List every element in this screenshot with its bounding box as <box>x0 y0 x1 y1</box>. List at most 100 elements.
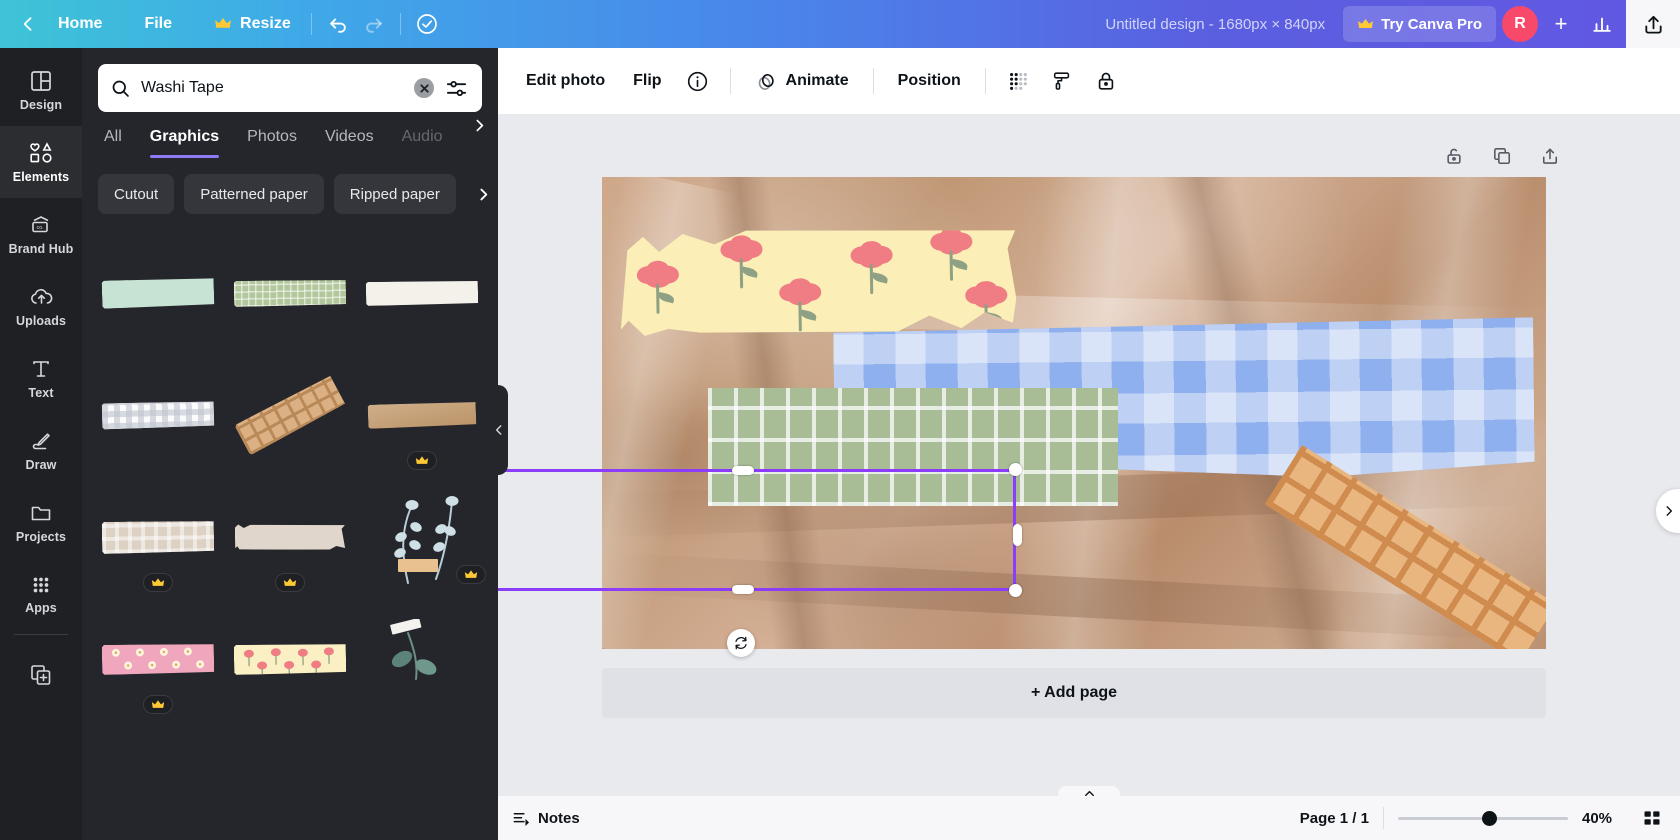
document-title[interactable]: Untitled design - 1680px × 840px <box>1105 16 1343 33</box>
brand-hub-icon: co. <box>29 213 53 237</box>
kraft-grid-washi-tape-thumb <box>234 375 345 456</box>
tab-graphics[interactable]: Graphics <box>136 128 233 158</box>
lock-button[interactable] <box>1086 61 1126 101</box>
rotate-handle[interactable] <box>727 629 755 657</box>
pro-label: Try Canva Pro <box>1381 15 1482 33</box>
context-divider-1 <box>729 68 731 94</box>
sidebar-item-text[interactable]: Text <box>0 342 82 414</box>
resize-button[interactable]: Resize <box>202 8 303 40</box>
transparency-icon <box>1007 70 1029 92</box>
search-area <box>82 48 498 112</box>
leaf-sprig-thumb <box>382 619 462 699</box>
export-page-icon[interactable] <box>1536 142 1564 170</box>
result-cream-torn-washi-tape[interactable] <box>224 476 356 598</box>
back-button[interactable] <box>10 7 46 41</box>
chip-ripped-paper[interactable]: Ripped paper <box>333 174 456 214</box>
zoom-thumb[interactable] <box>1482 810 1497 826</box>
clear-search-icon[interactable] <box>414 78 434 98</box>
projects-icon <box>29 501 53 525</box>
cloud-sync-icon <box>415 12 439 36</box>
sidebar-item-duplicate[interactable] <box>0 639 82 711</box>
orange-grid-washi-tape[interactable] <box>1264 445 1546 649</box>
filter-sliders-icon[interactable] <box>442 74 470 102</box>
sidebar-item-apps[interactable]: Apps <box>0 558 82 630</box>
open-right-panel-button[interactable] <box>1656 489 1680 533</box>
text-icon <box>29 357 53 381</box>
tabs-next-icon[interactable] <box>466 112 492 138</box>
elements-icon <box>28 141 54 165</box>
top-bar-right: Try Canva Pro R + <box>1343 0 1680 48</box>
position-button[interactable]: Position <box>886 61 973 101</box>
result-pink-daisy-washi-tape[interactable] <box>92 598 224 720</box>
add-page-button[interactable]: + Add page <box>602 668 1546 718</box>
design-canvas[interactable] <box>602 177 1546 649</box>
chips-next-icon[interactable] <box>470 181 496 207</box>
try-canva-pro-button[interactable]: Try Canva Pro <box>1343 6 1496 42</box>
result-eucalyptus-sprig-with-tape[interactable] <box>356 476 488 598</box>
flip-button[interactable]: Flip <box>621 61 673 101</box>
result-kraft-plain-washi-tape[interactable] <box>356 354 488 476</box>
redo-button[interactable] <box>356 7 392 41</box>
info-button[interactable] <box>678 61 718 101</box>
uploads-icon <box>29 285 54 309</box>
result-green-grid-washi-tape[interactable] <box>224 232 356 354</box>
sidebar-item-elements[interactable]: Elements <box>0 126 82 198</box>
undo-button[interactable] <box>320 7 356 41</box>
green-grid-washi-tape-selected[interactable] <box>708 388 1118 506</box>
edit-photo-button[interactable]: Edit photo <box>514 61 617 101</box>
result-grey-gingham-washi-tape[interactable] <box>92 354 224 476</box>
result-white-washi-tape[interactable] <box>356 232 488 354</box>
duplicate-page-icon[interactable] <box>1488 142 1516 170</box>
lock-page-icon[interactable] <box>1440 142 1468 170</box>
flip-label: Flip <box>633 72 662 89</box>
notes-button[interactable]: Notes <box>512 809 580 828</box>
sidebar-item-draw[interactable]: Draw <box>0 414 82 486</box>
sidebar-item-design[interactable]: Design <box>0 54 82 126</box>
zoom-slider[interactable] <box>1398 810 1568 826</box>
crown-icon <box>214 15 232 33</box>
avatar[interactable]: R <box>1502 6 1538 42</box>
tab-photos[interactable]: Photos <box>233 128 311 158</box>
flower-motif <box>727 240 755 262</box>
kraft-plain-washi-tape-thumb <box>368 401 477 429</box>
grid-view-icon[interactable] <box>1638 804 1666 832</box>
tab-all[interactable]: All <box>98 128 136 158</box>
sidebar-item-projects[interactable]: Projects <box>0 486 82 558</box>
insights-button[interactable] <box>1584 7 1620 41</box>
file-button[interactable]: File <box>132 8 184 40</box>
undo-icon <box>327 13 349 35</box>
design-canvas-wrapper <box>602 177 1546 649</box>
result-kraft-grid-washi-tape[interactable] <box>224 354 356 476</box>
home-button[interactable]: Home <box>46 8 114 40</box>
cloud-sync-button[interactable] <box>409 7 445 41</box>
share-button[interactable] <box>1626 0 1680 48</box>
lock-icon <box>1095 70 1117 92</box>
insights-icon <box>1591 13 1613 35</box>
svg-text:co.: co. <box>37 225 45 231</box>
transparency-button[interactable] <box>998 61 1038 101</box>
paint-roller-button[interactable] <box>1042 61 1082 101</box>
sidebar-item-uploads[interactable]: Uploads <box>0 270 82 342</box>
context-divider-3 <box>984 68 986 94</box>
share-icon <box>1642 13 1665 36</box>
chip-patterned-paper[interactable]: Patterned paper <box>184 174 324 214</box>
search-box[interactable] <box>98 64 482 112</box>
sidebar-item-brand-hub[interactable]: co. Brand Hub <box>0 198 82 270</box>
result-cream-floral-washi-tape[interactable] <box>224 598 356 720</box>
bottom-divider <box>1383 807 1384 829</box>
animate-button[interactable]: Animate <box>743 61 861 101</box>
collapse-panel-button[interactable] <box>490 385 508 475</box>
result-leaf-sprig-with-tape[interactable] <box>356 598 488 720</box>
pro-crown-badge <box>275 573 305 592</box>
search-input[interactable] <box>131 79 414 97</box>
canva-editor: Home File Resize Untitled design - 1680p… <box>0 0 1680 840</box>
tab-audio[interactable]: Audio <box>388 128 457 158</box>
floral-cream-washi-tape[interactable] <box>619 222 1017 339</box>
tab-videos[interactable]: Videos <box>311 128 388 158</box>
invite-members-button[interactable]: + <box>1544 7 1578 41</box>
white-washi-tape-thumb <box>366 280 478 306</box>
context-divider-2 <box>872 68 874 94</box>
result-beige-check-washi-tape[interactable] <box>92 476 224 598</box>
result-mint-washi-tape[interactable] <box>92 232 224 354</box>
chip-cutout[interactable]: Cutout <box>98 174 175 214</box>
